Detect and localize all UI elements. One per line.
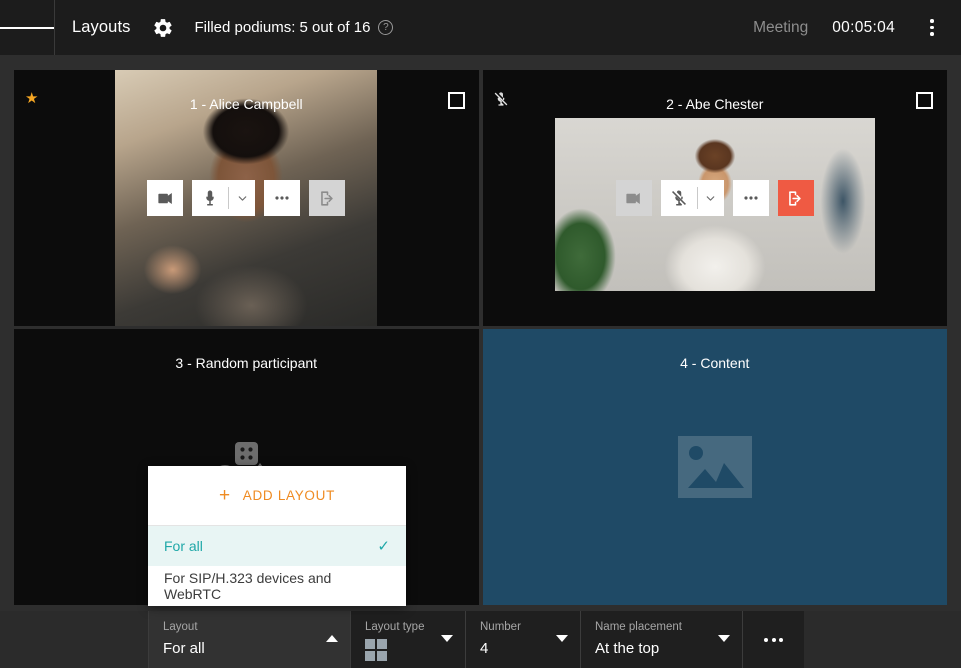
meeting-timer: 00:05:04 (832, 18, 895, 36)
add-layout-label: ADD LAYOUT (242, 488, 336, 503)
plus-icon: + (218, 485, 231, 506)
caret-down-icon (556, 635, 568, 642)
microphone-split-button[interactable] (192, 180, 256, 216)
podium-tile-1-checkbox[interactable] (447, 92, 465, 109)
layout-type-label: Layout type (365, 621, 425, 633)
layout-dropdown-menu: + ADD LAYOUT For all ✓ For SIP/H.323 dev… (148, 466, 406, 606)
ellipsis-icon-button[interactable] (732, 180, 769, 216)
name-placement-value: At the top (595, 640, 660, 657)
video-camera-icon-button[interactable] (147, 180, 184, 216)
layout-select-label: Layout (163, 621, 198, 633)
chevron-down-icon[interactable] (698, 180, 724, 216)
podium-tile-1-controls (147, 180, 346, 216)
podium-tile-2-controls (615, 180, 814, 216)
podium-tile-2[interactable]: 2 - Abe Chester (482, 70, 947, 326)
podium-tile-2-checkbox[interactable] (916, 92, 933, 109)
exit-arrow-icon-button[interactable] (309, 180, 346, 216)
page-title: Layouts (72, 18, 131, 36)
number-select[interactable]: Number 4 (465, 611, 580, 668)
hamburger-icon[interactable] (0, 0, 55, 55)
podium-tile-4-label: 4 - Content (680, 355, 750, 371)
filled-podiums-status: Filled podiums: 5 out of 16 ? (195, 19, 394, 36)
check-icon: ✓ (377, 538, 390, 555)
filled-podiums-text: Filled podiums: 5 out of 16 (194, 19, 371, 36)
ellipsis-icon-button[interactable] (264, 180, 301, 216)
app-header: Layouts Filled podiums: 5 out of 16 ? Me… (0, 0, 961, 55)
microphone-muted-icon[interactable] (661, 180, 697, 216)
microphone-icon[interactable] (192, 180, 228, 216)
chevron-down-icon[interactable] (229, 180, 255, 216)
podium-tile-4[interactable]: 4 - Content (482, 329, 947, 605)
layout-option-label: For all (164, 538, 203, 554)
name-placement-label: Name placement (595, 621, 682, 633)
podium-tile-3-label: 3 - Random participant (175, 355, 318, 371)
exit-arrow-icon-button[interactable] (777, 180, 814, 216)
podium-grid: ★ 1 - Alice Campbell 2 - Abe Chester 3 -… (0, 55, 961, 611)
caret-down-icon (718, 635, 730, 642)
grid-2x2-icon (365, 639, 387, 661)
bottom-toolbar: Layout For all Layout type Number 4 Name… (0, 611, 961, 668)
image-placeholder-icon (677, 436, 752, 498)
header-right-group: Meeting 00:05:04 (753, 7, 961, 49)
layouts-app: Layouts Filled podiums: 5 out of 16 ? Me… (0, 0, 961, 668)
caret-down-icon (441, 635, 453, 642)
toolbar-more-button[interactable] (742, 611, 804, 668)
podium-tile-1[interactable]: ★ 1 - Alice Campbell (14, 70, 479, 326)
meeting-label: Meeting (753, 18, 809, 36)
layout-select-value: For all (163, 640, 205, 657)
podium-tile-2-label: 2 - Abe Chester (666, 96, 764, 112)
layout-option-for-all[interactable]: For all ✓ (148, 526, 406, 566)
layout-type-select[interactable]: Layout type (350, 611, 465, 668)
gear-icon[interactable] (148, 13, 178, 43)
microphone-split-button[interactable] (660, 180, 724, 216)
star-icon[interactable]: ★ (25, 91, 38, 106)
podium-row-1: ★ 1 - Alice Campbell 2 - Abe Chester (14, 70, 947, 326)
layout-option-sip-webrtc[interactable]: For SIP/H.323 devices and WebRTC (148, 566, 406, 606)
number-select-value: 4 (480, 640, 489, 657)
microphone-muted-icon[interactable] (493, 91, 509, 107)
help-circle-icon[interactable]: ? (378, 20, 394, 35)
toolbar-tail (804, 611, 961, 668)
add-layout-button[interactable]: + ADD LAYOUT (148, 466, 406, 526)
layout-select[interactable]: Layout For all (148, 611, 350, 668)
kebab-menu-icon[interactable] (911, 7, 953, 49)
number-select-label: Number (480, 621, 521, 633)
caret-up-icon (326, 635, 338, 642)
video-camera-icon-button[interactable] (615, 180, 652, 216)
name-placement-select[interactable]: Name placement At the top (580, 611, 742, 668)
layout-option-label: For SIP/H.323 devices and WebRTC (164, 570, 332, 602)
